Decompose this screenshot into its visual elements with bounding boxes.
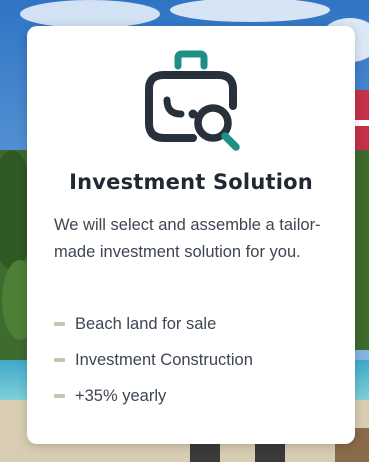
feature-label: Beach land for sale (75, 315, 217, 333)
briefcase-search-icon (141, 48, 241, 152)
feature-label: +35% yearly (75, 387, 167, 405)
bullet-icon (54, 358, 65, 362)
card-title: Investment Solution (69, 170, 313, 194)
bullet-icon (54, 394, 65, 398)
list-item: Investment Construction (54, 346, 253, 382)
bullet-icon (54, 322, 65, 326)
feature-label: Investment Construction (75, 351, 253, 369)
list-item: Beach land for sale (54, 310, 253, 346)
list-item: +35% yearly (54, 382, 253, 418)
investment-card: Investment Solution We will select and a… (27, 26, 355, 444)
card-description: We will select and assemble a tailor-mad… (54, 216, 321, 261)
feature-list: Beach land for sale Investment Construct… (54, 310, 253, 418)
